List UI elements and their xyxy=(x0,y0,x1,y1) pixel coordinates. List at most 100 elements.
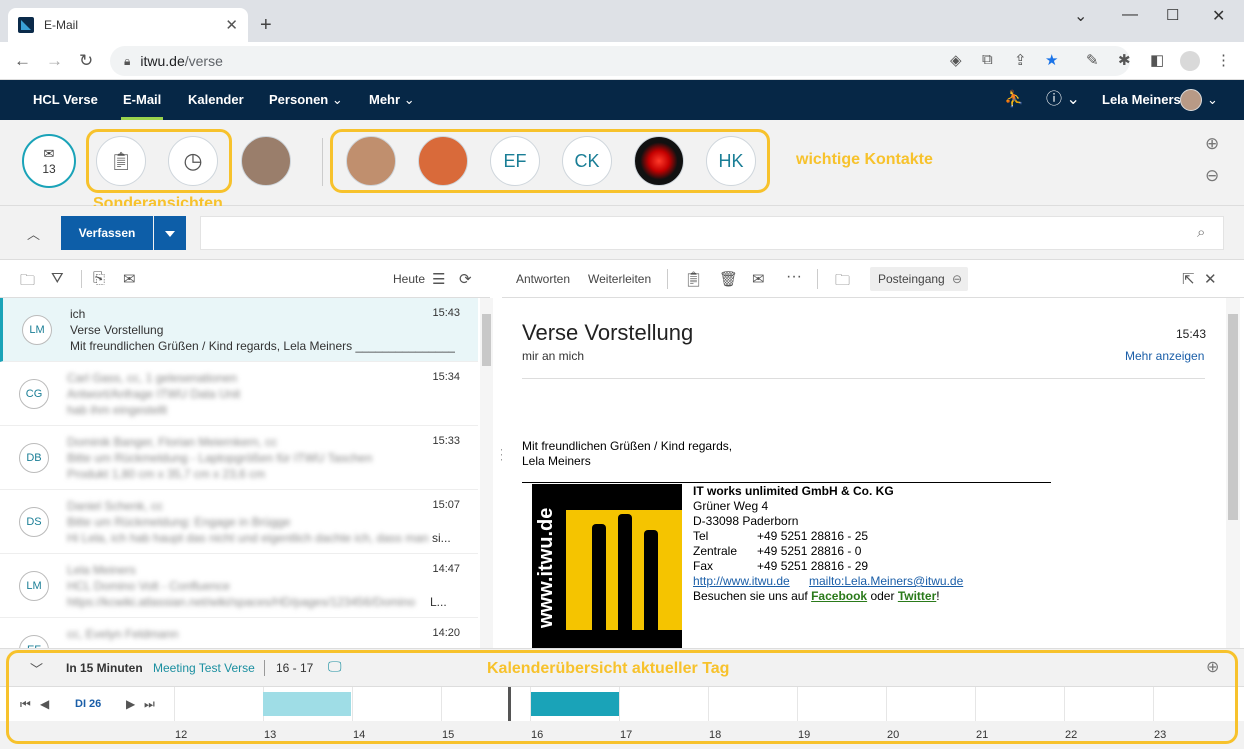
divider xyxy=(81,270,82,288)
todo-icon[interactable]: 📋︎ xyxy=(684,270,703,288)
collapse-chevron-icon[interactable]: ︿ xyxy=(27,224,40,243)
filter-icon[interactable]: ⛛ xyxy=(51,270,64,287)
bookmark-star-icon[interactable]: ★ xyxy=(1045,51,1058,69)
my-avatar-contact[interactable] xyxy=(241,136,291,186)
message-preview: hab ihm eingestellt xyxy=(67,403,168,417)
date-filter-label[interactable]: Heute xyxy=(393,272,425,286)
menu-more[interactable]: Mehr ⌄ xyxy=(369,80,415,120)
message-sender: Carl Gass, cc, 1 gelesenationen xyxy=(67,371,238,385)
contact-ef[interactable]: EF xyxy=(490,136,540,186)
menu-people[interactable]: Personen ⌄ xyxy=(269,80,343,120)
extensions-icon[interactable]: ✱ xyxy=(1118,51,1131,69)
message-preview: Hi Lela, ich hab haupt das nicht und eig… xyxy=(67,531,429,545)
new-tab-icon[interactable]: + xyxy=(260,14,272,37)
twitter-link[interactable]: Twitter xyxy=(898,589,936,603)
open-in-app-icon[interactable]: ⧉ xyxy=(982,51,993,68)
help-icon[interactable]: ⓘ ⌄ xyxy=(1046,80,1080,120)
message-row[interactable]: EF cc, Evelyn Feldmann 14:20 xyxy=(0,618,478,648)
reading-pane-scrollbar[interactable] xyxy=(1226,298,1240,648)
inbox-button[interactable]: ✉ 13 xyxy=(22,134,76,188)
waiting-view-button[interactable]: ◷ xyxy=(168,136,218,186)
sender-avatar: EF xyxy=(19,635,49,648)
inbox-count: 13 xyxy=(42,162,56,176)
user-menu-chevron-icon[interactable]: ⌄ xyxy=(1207,80,1218,120)
user-name[interactable]: Lela Meiners xyxy=(1102,80,1181,120)
mail-link[interactable]: mailto:Lela.Meiners@itwu.de xyxy=(809,574,963,588)
eyedropper-icon[interactable]: ✎ xyxy=(1086,51,1099,69)
reload-icon[interactable]: ↻ xyxy=(79,51,93,71)
compose-button[interactable]: Verfassen xyxy=(61,216,153,250)
attachment-icon[interactable]: ⎘ xyxy=(93,270,105,287)
contact-hk[interactable]: HK xyxy=(706,136,756,186)
browser-toolbar: ← → ↻ 🔒︎ itwu.de/verse ◈ ⧉ ⇪ ★ ✎ ✱ ◧ ⋮ xyxy=(0,42,1244,80)
search-input[interactable]: ⌕ xyxy=(200,216,1224,250)
maximize-icon[interactable]: ☐ xyxy=(1166,6,1179,24)
message-time: 15:34 xyxy=(432,371,460,383)
email-time: 15:43 xyxy=(1176,327,1207,341)
message-time: 15:07 xyxy=(432,499,460,511)
browser-tabstrip: E-Mail ✕ + ⌄ — ☐ ✕ xyxy=(0,0,1244,42)
contact-avatar-3[interactable] xyxy=(634,136,684,186)
remove-folder-icon[interactable]: ⊖ xyxy=(952,267,962,291)
minimize-icon[interactable]: — xyxy=(1122,6,1138,24)
scrollbar-thumb[interactable] xyxy=(1228,314,1238,520)
todo-view-button[interactable]: 📋︎ xyxy=(96,136,146,186)
refresh-icon[interactable]: ⟳ xyxy=(459,270,472,288)
browser-tab[interactable]: E-Mail ✕ xyxy=(8,8,248,42)
website-link[interactable]: http://www.itwu.de xyxy=(693,574,790,588)
message-sender: cc, Evelyn Feldmann xyxy=(67,627,179,641)
message-row[interactable]: CG Carl Gass, cc, 1 gelesenationen Antwo… xyxy=(0,362,478,426)
company-name: IT works unlimited GmbH & Co. KG xyxy=(693,484,894,498)
contact-ck[interactable]: CK xyxy=(562,136,612,186)
trash-icon[interactable]: 🗑︎ xyxy=(719,270,738,288)
add-contact-icon[interactable]: ⊕ xyxy=(1205,134,1219,154)
reply-button[interactable]: Antworten xyxy=(516,272,570,286)
user-avatar[interactable] xyxy=(1180,89,1202,111)
sidepanel-icon[interactable]: ◧ xyxy=(1150,51,1164,69)
mark-read-icon[interactable]: ✉ xyxy=(752,270,765,288)
search-icon[interactable]: ⌕ xyxy=(1197,224,1205,241)
menu-hcl-verse[interactable]: HCL Verse xyxy=(33,80,98,120)
message-list-scrollbar[interactable] xyxy=(480,298,493,648)
message-row[interactable]: LM Lela Meiners HCL Domino Volt - Conflu… xyxy=(0,554,478,618)
remove-contact-icon[interactable]: ⊖ xyxy=(1205,166,1219,186)
message-row[interactable]: DS Daniel Schenk, cc Bitte um Rückmeldun… xyxy=(0,490,478,554)
folder-chip[interactable]: Posteingang ⊖ xyxy=(870,267,968,291)
folder-icon[interactable]: 🗀 xyxy=(20,270,35,295)
window-close-icon[interactable]: ✕ xyxy=(1212,6,1225,26)
profile-icon[interactable] xyxy=(1180,51,1200,71)
tracking-icon[interactable]: ◈ xyxy=(950,51,962,69)
share-icon[interactable]: ⇪ xyxy=(1014,51,1027,69)
contact-avatar-1[interactable] xyxy=(346,136,396,186)
message-row[interactable]: LM ich Verse Vorstellung Mit freundliche… xyxy=(0,298,478,362)
fax-label: Fax xyxy=(693,559,714,573)
back-icon[interactable]: ← xyxy=(14,51,31,71)
pop-out-icon[interactable]: ⇱ xyxy=(1182,270,1195,288)
address-bar[interactable]: 🔒︎ itwu.de/verse xyxy=(110,46,1130,76)
sender-avatar: DS xyxy=(19,507,49,537)
unread-icon[interactable]: ✉ xyxy=(123,270,136,288)
accessibility-icon[interactable]: ⛹ xyxy=(1004,80,1024,120)
compose-dropdown-button[interactable] xyxy=(154,216,186,250)
message-row[interactable]: DB Dominik Banger, Florian Meiernkern, c… xyxy=(0,426,478,490)
forward-button[interactable]: Weiterleiten xyxy=(588,272,651,286)
contact-avatar-2[interactable] xyxy=(418,136,468,186)
forward-icon[interactable]: → xyxy=(46,51,63,71)
menu-email[interactable]: E-Mail xyxy=(120,80,164,120)
logo-stroke xyxy=(618,514,632,634)
tab-search-icon[interactable]: ⌄ xyxy=(1074,6,1087,26)
more-options-icon[interactable]: ··· xyxy=(786,268,802,286)
close-reader-icon[interactable]: ✕ xyxy=(1204,270,1217,288)
scrollbar-thumb[interactable] xyxy=(482,314,491,366)
show-more-link[interactable]: Mehr anzeigen xyxy=(1125,349,1204,363)
close-tab-icon[interactable]: ✕ xyxy=(225,16,238,34)
inbox-icon: ✉ xyxy=(43,146,55,161)
move-to-folder-icon[interactable]: 🗀 xyxy=(835,270,850,295)
sort-icon[interactable]: ☰ xyxy=(432,270,445,288)
company-street: Grüner Weg 4 xyxy=(693,499,769,513)
menu-calendar[interactable]: Kalender xyxy=(188,80,244,120)
facebook-link[interactable]: Facebook xyxy=(811,589,867,603)
browser-menu-icon[interactable]: ⋮ xyxy=(1216,51,1231,69)
central-label: Zentrale xyxy=(693,544,738,558)
divider xyxy=(667,269,668,289)
